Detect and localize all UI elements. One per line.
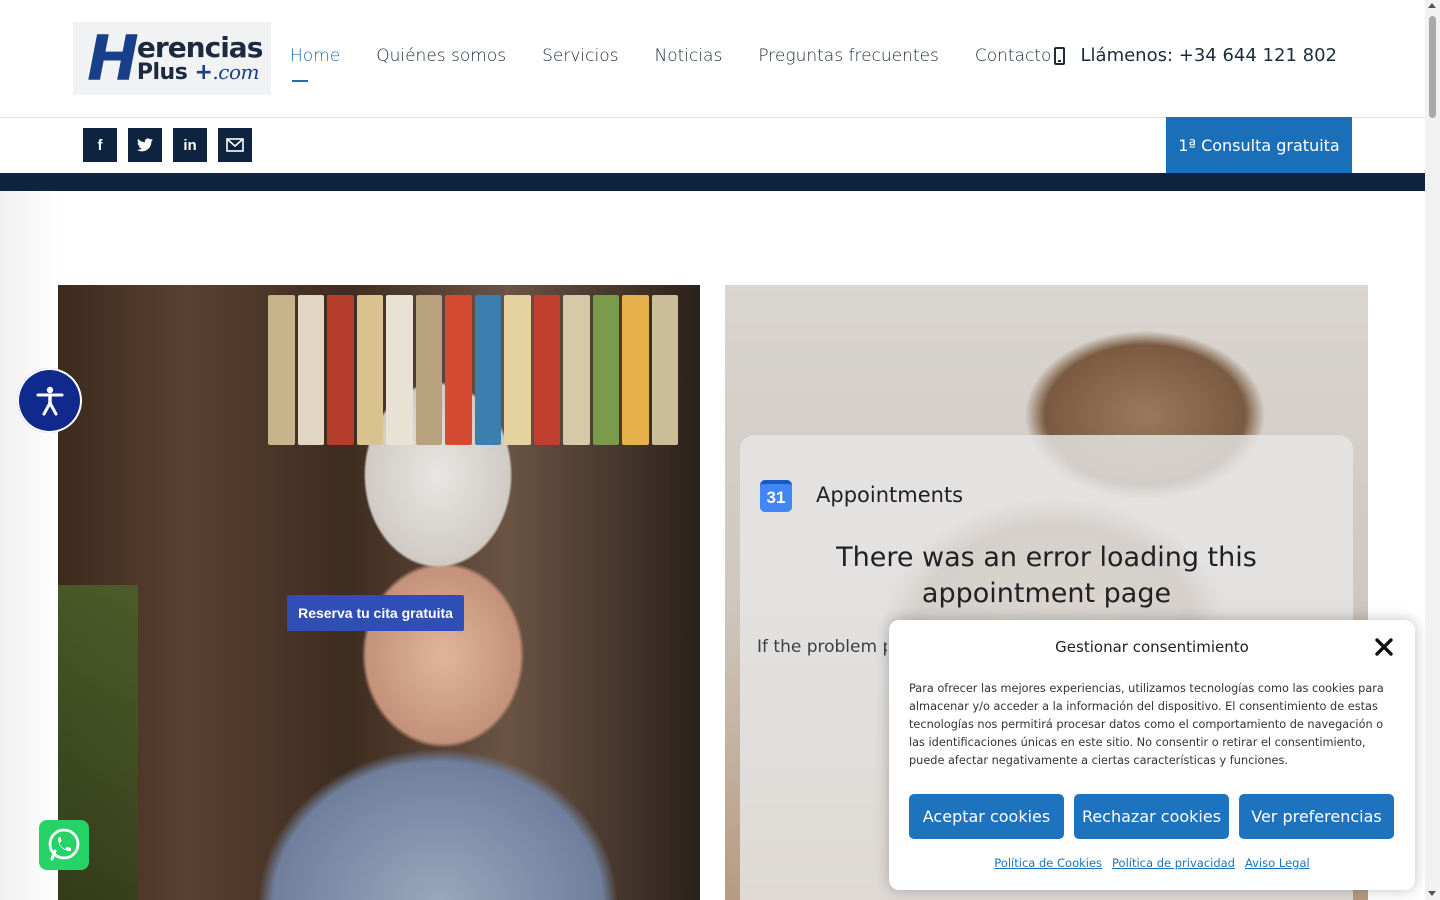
nav-home[interactable]: Home <box>290 46 340 82</box>
phone-label: Llámenos: +34 644 121 802 <box>1080 45 1337 66</box>
mail-icon[interactable] <box>218 128 252 162</box>
accessibility-button[interactable] <box>17 368 82 433</box>
twitter-icon[interactable] <box>128 128 162 162</box>
scroll-up-arrow-icon[interactable] <box>1428 3 1436 8</box>
nav-preguntas-frecuentes[interactable]: Preguntas frecuentes <box>758 46 939 66</box>
cookie-dialog-title: Gestionar consentimiento <box>1055 638 1249 656</box>
cookie-policy-link[interactable]: Política de Cookies <box>994 856 1102 870</box>
appointments-error-heading: There was an error loading this appointm… <box>836 542 1257 609</box>
hero-photo-elderly-man: Reserva tu cita gratuita <box>58 285 700 900</box>
linkedin-icon[interactable]: in <box>173 128 207 162</box>
bookshelf <box>248 285 698 455</box>
privacy-policy-link[interactable]: Política de privacidad <box>1112 856 1235 870</box>
legal-notice-link[interactable]: Aviso Legal <box>1245 856 1310 870</box>
cookie-dialog-text: Para ofrecer las mejores experiencias, u… <box>909 682 1384 767</box>
appointments-error-message: If the problem pe <box>757 637 887 657</box>
main-nav: Home Quiénes somos Servicios Noticias Pr… <box>290 46 1052 82</box>
appointments-title: Appointments <box>816 483 964 507</box>
free-consultation-button[interactable]: 1ª Consulta gratuita <box>1166 117 1352 173</box>
view-preferences-button[interactable]: Ver preferencias <box>1239 794 1394 839</box>
facebook-icon[interactable]: f <box>83 128 117 162</box>
logo-line1: erencias <box>136 30 263 64</box>
reject-cookies-button[interactable]: Rechazar cookies <box>1074 794 1229 839</box>
social-links: f in <box>83 128 252 162</box>
phone-icon <box>1053 46 1065 65</box>
logo-line2: Plus +.com <box>136 59 260 85</box>
whatsapp-icon <box>48 828 80 861</box>
phone-link[interactable]: Llámenos: +34 644 121 802 <box>1053 45 1337 66</box>
nav-contacto[interactable]: Contacto <box>975 46 1052 66</box>
scroll-down-arrow-icon[interactable] <box>1428 891 1436 896</box>
accessibility-icon <box>36 386 63 415</box>
nav-noticias[interactable]: Noticias <box>654 46 722 66</box>
cookie-consent-dialog: Gestionar consentimiento Para ofrecer la… <box>889 620 1415 890</box>
calendar-icon: 31 <box>760 480 792 512</box>
nav-servicios[interactable]: Servicios <box>542 46 618 66</box>
page-scrollbar[interactable] <box>1425 0 1440 900</box>
nav-quienes-somos[interactable]: Quiénes somos <box>376 46 506 66</box>
header-divider-bar <box>0 173 1425 191</box>
accept-cookies-button[interactable]: Aceptar cookies <box>909 794 1064 839</box>
whatsapp-button[interactable] <box>39 820 89 870</box>
logo-letter: H <box>87 21 139 95</box>
book-free-appointment-button[interactable]: Reserva tu cita gratuita <box>287 595 464 631</box>
site-logo[interactable]: H erencias Plus +.com <box>73 22 271 95</box>
close-icon[interactable] <box>1373 636 1395 658</box>
scrollbar-thumb[interactable] <box>1429 16 1436 118</box>
site-header: H erencias Plus +.com Home Quiénes somos… <box>0 0 1425 118</box>
